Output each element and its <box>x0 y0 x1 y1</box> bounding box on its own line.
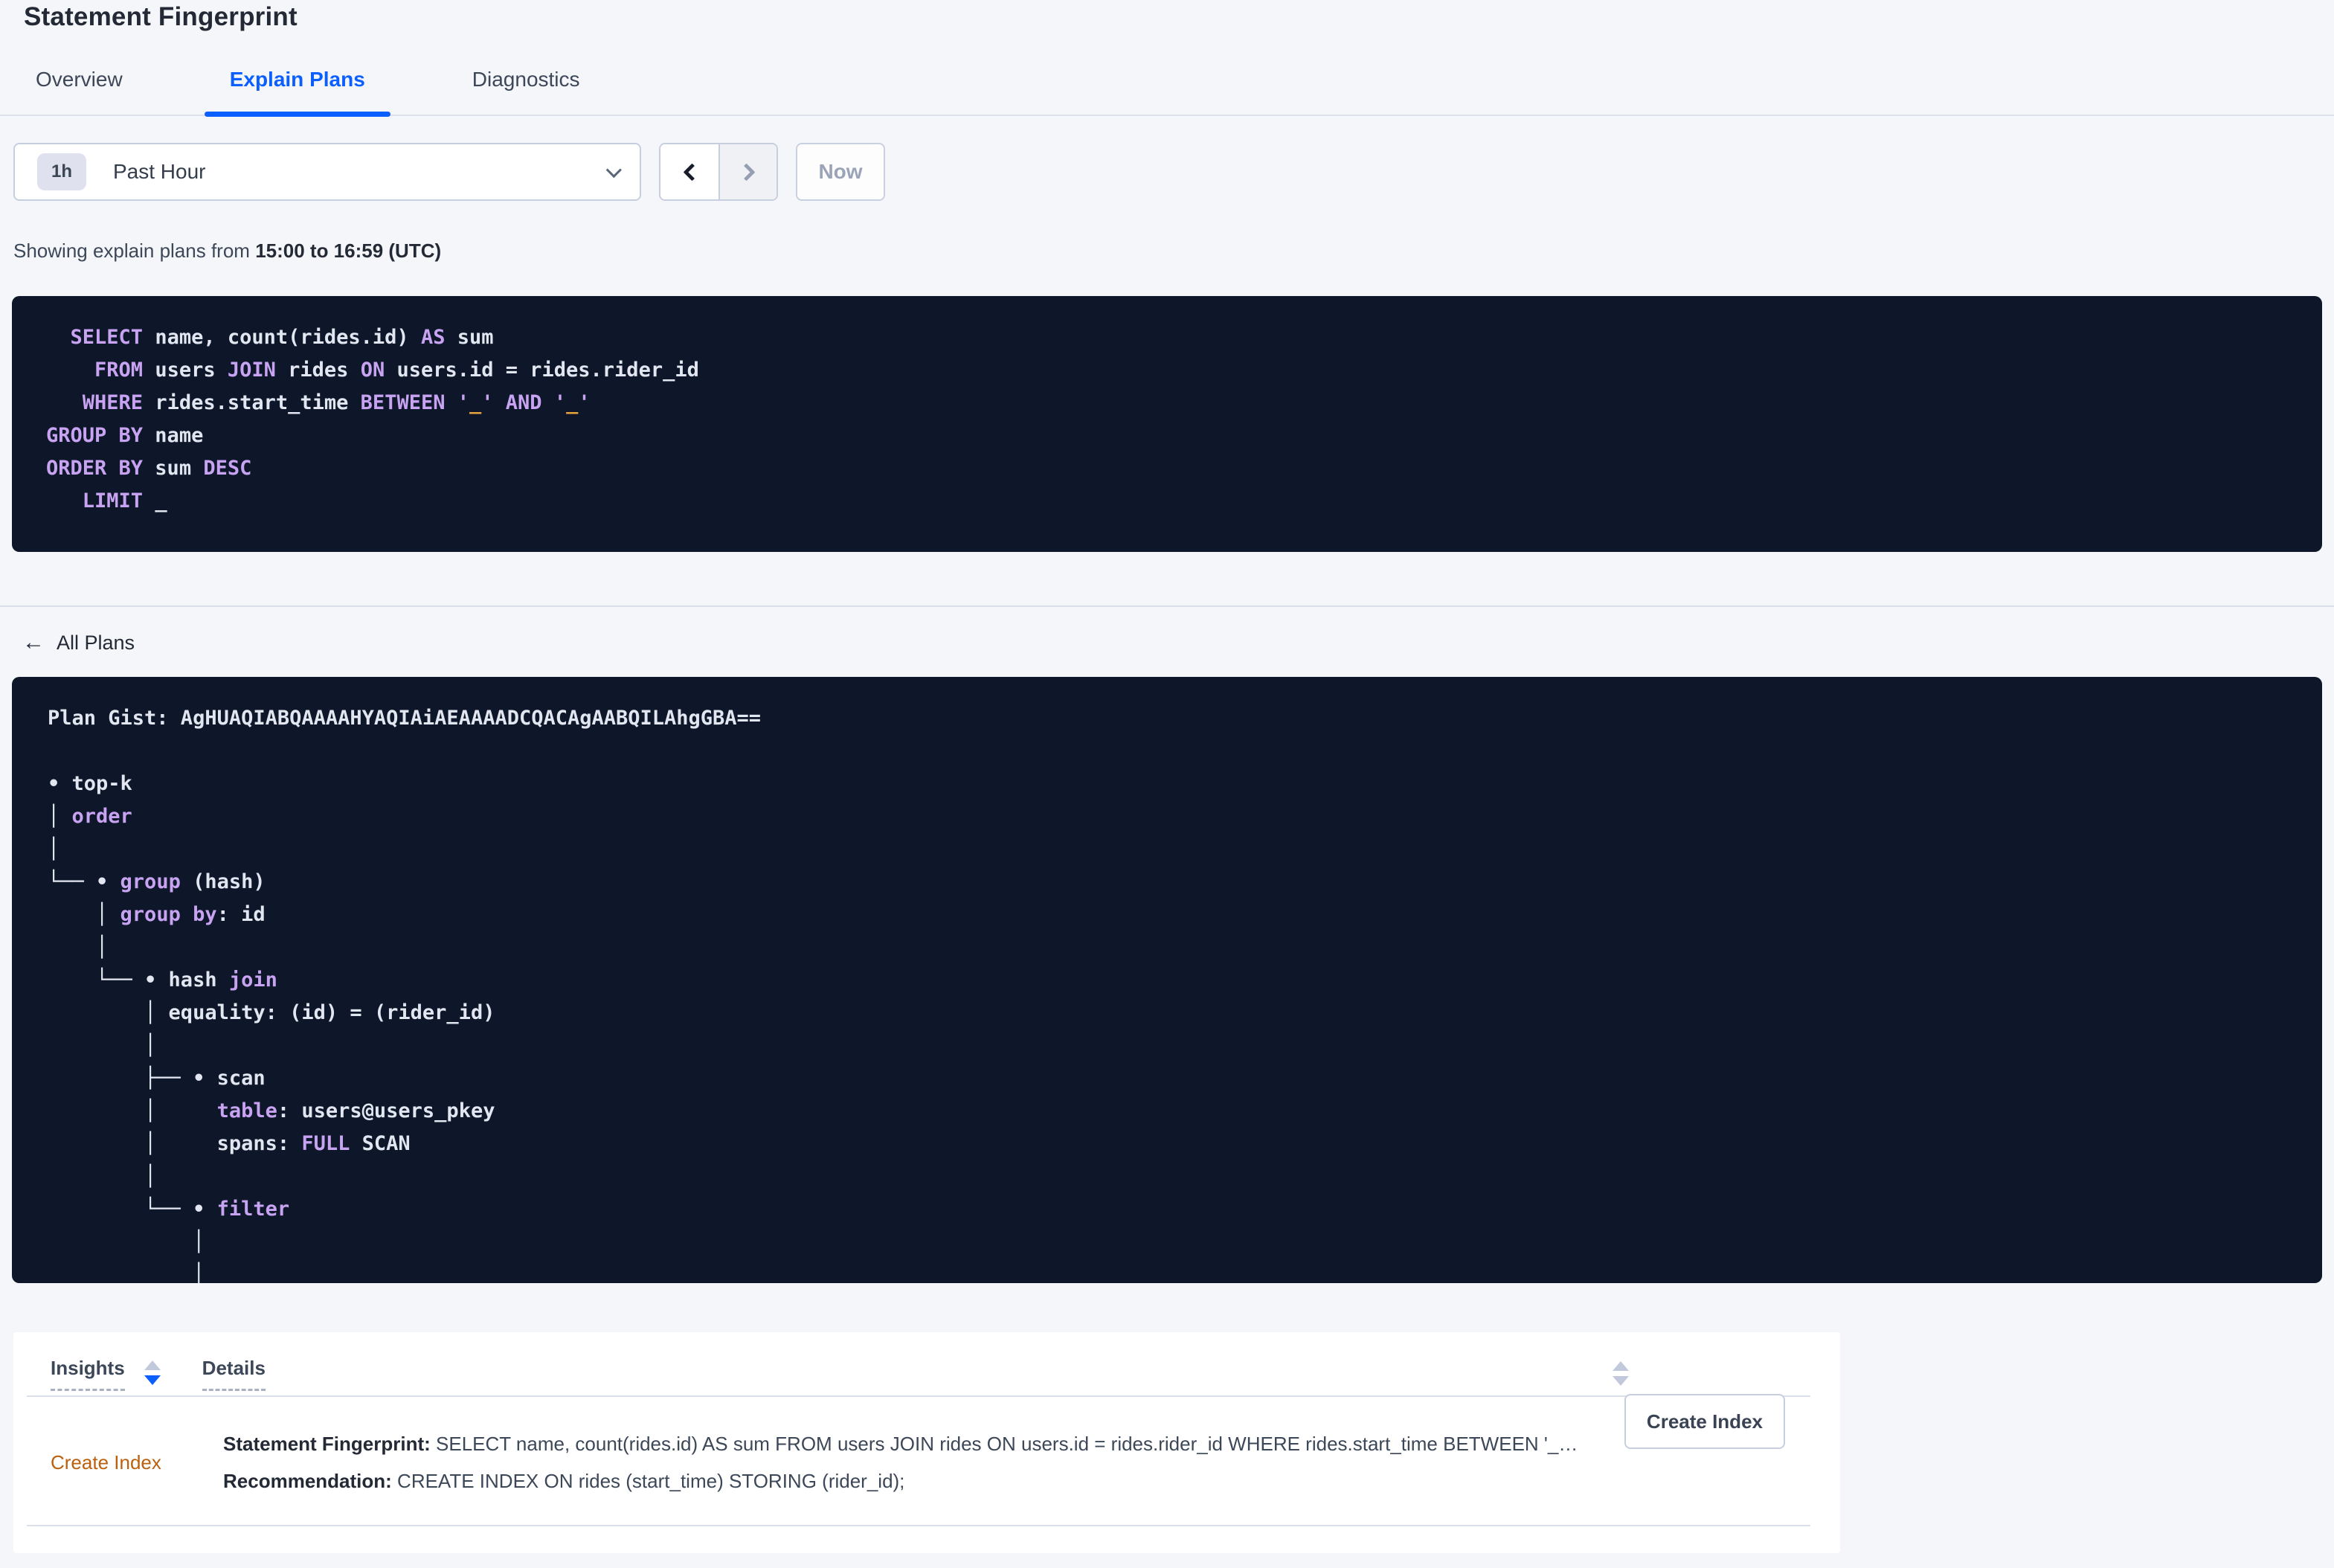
insights-table-card: Insights Details Create Index Statement … <box>13 1332 1840 1553</box>
caret-down-icon <box>1613 1376 1629 1386</box>
time-range-label: Past Hour <box>113 160 206 183</box>
all-plans-link[interactable]: ← All Plans <box>22 629 135 656</box>
statement-fingerprint-text: SELECT name, count(rides.id) AS sum FROM… <box>430 1433 1578 1455</box>
chevron-left-icon <box>682 162 701 181</box>
sort-icon-details[interactable] <box>1613 1361 1629 1386</box>
chevron-down-icon <box>605 161 622 178</box>
insight-type-link[interactable]: Create Index <box>51 1450 223 1475</box>
showing-range: 15:00 to 16:59 (UTC) <box>255 240 442 262</box>
sort-icon-insights[interactable] <box>144 1360 161 1385</box>
recommendation-line: Recommendation: CREATE INDEX ON rides (s… <box>223 1462 1587 1500</box>
column-header-details[interactable]: Details <box>202 1356 266 1391</box>
all-plans-label: All Plans <box>57 632 135 654</box>
now-button[interactable]: Now <box>796 143 885 201</box>
create-index-button[interactable]: Create Index <box>1624 1394 1785 1449</box>
sql-fingerprint-code: SELECT name, count(rides.id) AS sum FROM… <box>12 296 2322 552</box>
insights-table-header: Insights Details <box>13 1332 1840 1391</box>
caret-up-icon <box>144 1360 161 1370</box>
section-divider <box>0 605 2334 607</box>
showing-prefix: Showing explain plans from <box>13 240 256 262</box>
time-range-select[interactable]: 1h Past Hour <box>13 143 641 201</box>
statement-fingerprint-page: Statement Fingerprint Overview Explain P… <box>0 1 2334 1568</box>
statement-fingerprint-line: Statement Fingerprint: SELECT name, coun… <box>223 1425 1587 1462</box>
column-header-insights[interactable]: Insights <box>51 1356 125 1391</box>
recommendation-text: CREATE INDEX ON rides (start_time) STORI… <box>391 1470 905 1492</box>
caret-up-icon <box>1613 1361 1629 1371</box>
page-title: Statement Fingerprint <box>24 2 298 31</box>
tab-diagnostics-label: Diagnostics <box>472 68 580 91</box>
plan-gist-code: Plan Gist: AgHUAQIABQAAAAHYAQIAiAEAAAADC… <box>12 677 2322 1283</box>
time-controls: 1h Past Hour Now <box>13 143 2334 201</box>
recommendation-label: Recommendation: <box>223 1470 392 1492</box>
time-nav-button-group <box>659 143 778 201</box>
insight-details-cell: Statement Fingerprint: SELECT name, coun… <box>223 1425 1840 1500</box>
prev-time-button[interactable] <box>660 144 718 199</box>
next-time-button[interactable] <box>718 144 777 199</box>
statement-fingerprint-label: Statement Fingerprint: <box>223 1433 431 1455</box>
showing-range-text: Showing explain plans from 15:00 to 16:5… <box>13 238 2334 263</box>
chevron-right-icon <box>736 162 756 181</box>
tab-diagnostics[interactable]: Diagnostics <box>447 67 605 115</box>
tab-overview-label: Overview <box>36 68 123 91</box>
arrow-left-icon: ← <box>22 630 45 655</box>
time-range-badge: 1h <box>37 153 86 190</box>
tab-explain-plans[interactable]: Explain Plans <box>204 67 390 117</box>
tab-explain-plans-label: Explain Plans <box>229 68 365 91</box>
row-rule <box>27 1525 1810 1526</box>
header-rule <box>27 1395 1810 1397</box>
insight-row: Create Index Statement Fingerprint: SELE… <box>13 1394 1840 1500</box>
tab-bar: Overview Explain Plans Diagnostics <box>0 67 2334 117</box>
caret-down-icon <box>144 1375 161 1385</box>
tab-overview[interactable]: Overview <box>10 67 148 115</box>
